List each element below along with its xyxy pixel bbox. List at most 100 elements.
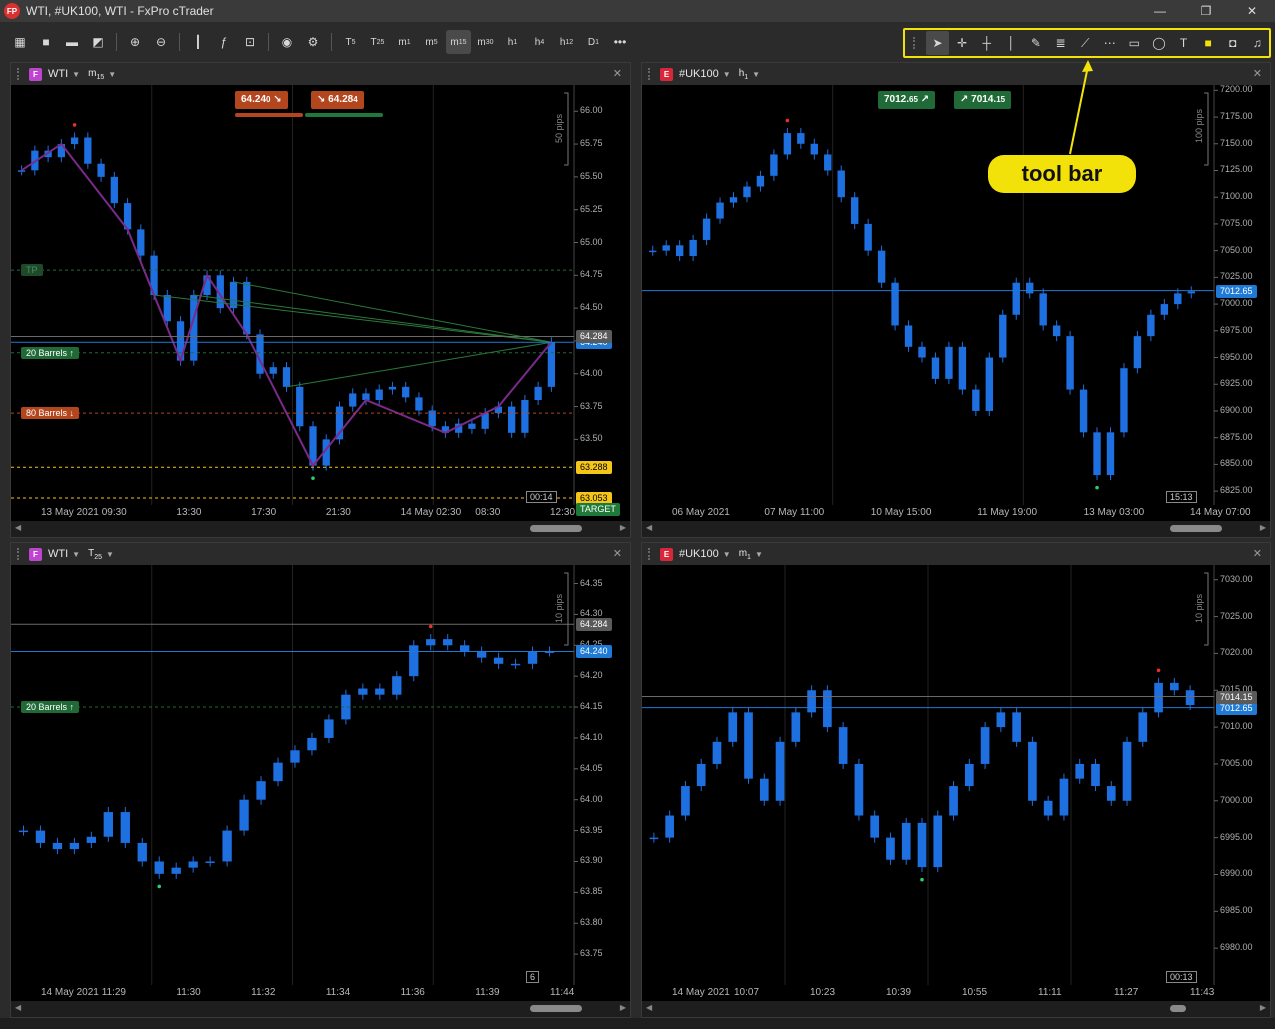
chart-panel-uk100-h1[interactable]: E #UK100 ▼ h1 ▼ ✕ 7200.00 7175.00 7150.00 7125.00… <box>641 62 1271 538</box>
indicator-button[interactable]: ƒ <box>212 30 236 54</box>
minimize-button[interactable]: — <box>1137 0 1183 22</box>
buy-button[interactable]: ↘ 64.284 <box>311 91 364 109</box>
alarm-tool-button[interactable]: ♫ <box>1246 31 1270 55</box>
single-chart-button[interactable]: ■ <box>34 30 58 54</box>
multi-chart-button[interactable]: ▬ <box>60 30 84 54</box>
chevron-down-icon[interactable]: ▼ <box>106 550 114 559</box>
close-icon[interactable]: ✕ <box>1253 547 1262 560</box>
close-icon[interactable]: ✕ <box>1253 67 1262 80</box>
timeframe-selector[interactable]: m1 <box>739 548 751 561</box>
symbol-selector[interactable]: #UK100 <box>679 68 719 80</box>
scroll-right-icon[interactable]: ▶ <box>1260 523 1266 532</box>
maximize-button[interactable]: ❐ <box>1183 0 1229 22</box>
scroll-thumb[interactable] <box>1170 1005 1186 1012</box>
chevron-down-icon[interactable]: ▼ <box>108 70 116 79</box>
order-label[interactable]: 20 Barrels ↑ <box>21 701 80 714</box>
symbol-selector[interactable]: #UK100 <box>679 548 719 560</box>
y-axis-label: 6985.00 <box>1220 905 1253 916</box>
vertical-line-tool-button[interactable]: │ <box>1000 31 1024 55</box>
symbol-selector[interactable]: WTI <box>48 68 68 80</box>
rectangle-tool-button[interactable]: ▭ <box>1123 31 1147 55</box>
horizontal-scrollbar[interactable]: ◀ ▶ <box>11 1001 630 1017</box>
sell-button[interactable]: 64.240 ↘ <box>235 91 288 109</box>
chevron-down-icon[interactable]: ▼ <box>72 70 80 79</box>
tool-bar-callout: tool bar <box>988 155 1136 193</box>
timeframe-m5[interactable]: m5 <box>419 30 444 54</box>
timeframe-selector[interactable]: h1 <box>739 68 748 81</box>
buy-button[interactable]: ↗ 7014.15 <box>954 91 1012 109</box>
pointer-tool-button[interactable]: ➤ <box>925 31 950 55</box>
panel-grip-icon[interactable] <box>17 68 23 80</box>
timeframe-h12[interactable]: h 12 <box>554 30 579 54</box>
timeframe-m15[interactable]: m 15 <box>446 30 471 54</box>
order-label[interactable]: 80 Barrels ↓ <box>21 407 80 420</box>
scroll-right-icon[interactable]: ▶ <box>620 523 626 532</box>
timeframe-h4[interactable]: h4 <box>527 30 552 54</box>
chart-panel-wti-t25[interactable]: F WTI ▼ T25 ▼ ✕ 64.35 64.30 64.25 64.20 64.15 64.10… <box>10 542 631 1018</box>
horizontal-line-tool-button[interactable]: ┼ <box>975 31 999 55</box>
camera-tool-button[interactable]: ◘ <box>1221 31 1245 55</box>
zoom-in-button[interactable]: ⊕ <box>123 30 147 54</box>
zoom-out-button[interactable]: ⊖ <box>149 30 173 54</box>
scroll-left-icon[interactable]: ◀ <box>15 1003 21 1012</box>
timeframe-m1[interactable]: m1 <box>392 30 417 54</box>
panel-grip-icon[interactable] <box>648 548 654 560</box>
timeframe-T25[interactable]: T 25 <box>365 30 390 54</box>
scroll-left-icon[interactable]: ◀ <box>15 523 21 532</box>
ellipse-tool-button[interactable]: ◯ <box>1147 31 1171 55</box>
arrow-up-icon: ↗ <box>917 94 930 105</box>
more-options-button[interactable]: ••• <box>608 30 632 54</box>
candle-body <box>870 815 880 838</box>
grid-tool-button[interactable]: ⋯ <box>1098 31 1122 55</box>
chevron-down-icon[interactable]: ▼ <box>755 550 763 559</box>
candle-body <box>949 786 958 816</box>
pen-tool-button[interactable]: ✎ <box>1024 31 1048 55</box>
panel-grip-icon[interactable] <box>648 68 654 80</box>
chevron-down-icon[interactable]: ▼ <box>723 550 731 559</box>
chevron-down-icon[interactable]: ▼ <box>752 70 760 79</box>
horizontal-scrollbar[interactable]: ◀ ▶ <box>11 521 630 537</box>
trend-tool-button[interactable]: ⟋ <box>1073 31 1097 55</box>
timeframe-selector[interactable]: m15 <box>88 68 104 81</box>
cbot-button[interactable]: ⊡ <box>238 30 262 54</box>
scroll-left-icon[interactable]: ◀ <box>646 1003 652 1012</box>
panel-grip-icon[interactable] <box>17 548 23 560</box>
scroll-thumb[interactable] <box>530 1005 582 1012</box>
symbol-selector[interactable]: WTI <box>48 548 68 560</box>
scroll-right-icon[interactable]: ▶ <box>620 1003 626 1012</box>
chart-panel-uk100-m1[interactable]: E #UK100 ▼ m1 ▼ ✕ 7030.00 7025.00 7020.00 7015.00… <box>641 542 1271 1018</box>
timeframe-T5[interactable]: T5 <box>338 30 363 54</box>
candle-button[interactable]: ┃ <box>186 30 210 54</box>
scroll-thumb[interactable] <box>1170 525 1222 532</box>
close-icon[interactable]: ✕ <box>613 67 622 80</box>
scroll-right-icon[interactable]: ▶ <box>1260 1003 1266 1012</box>
close-button[interactable]: ✕ <box>1229 0 1275 22</box>
horizontal-scrollbar[interactable]: ◀ ▶ <box>642 521 1270 537</box>
chart-panel-wti-m15[interactable]: F WTI ▼ m15 ▼ ✕ 66.00 65.75 65.50 65.25 65.00 64.75… <box>10 62 631 538</box>
timeframe-selector[interactable]: T25 <box>88 548 102 561</box>
crosshair-tool-button[interactable]: ✛ <box>950 31 974 55</box>
settings-button[interactable]: ⚙ <box>301 30 325 54</box>
scroll-left-icon[interactable]: ◀ <box>646 523 652 532</box>
chart-type-button[interactable]: ◩ <box>86 30 110 54</box>
order-label[interactable]: 20 Barrels ↑ <box>21 346 80 359</box>
fibonacci-tool-button[interactable]: ≣ <box>1049 31 1073 55</box>
timeframe-D1[interactable]: D1 <box>581 30 606 54</box>
eye-button[interactable]: ◉ <box>275 30 299 54</box>
y-axis-label: 7020.00 <box>1220 647 1253 658</box>
order-label[interactable]: TP <box>21 264 43 277</box>
timeframe-h1[interactable]: h1 <box>500 30 525 54</box>
candle-body <box>1026 282 1034 294</box>
drawing-toolbar-grip[interactable] <box>913 37 919 49</box>
candle-body <box>1106 786 1116 801</box>
scroll-thumb[interactable] <box>530 525 582 532</box>
layout-button[interactable]: ▦ <box>8 30 32 54</box>
chevron-down-icon[interactable]: ▼ <box>72 550 80 559</box>
timeframe-m30[interactable]: m 30 <box>473 30 498 54</box>
text-tool-button[interactable]: T <box>1172 31 1196 55</box>
color-tool-button[interactable]: ■ <box>1196 31 1220 55</box>
chevron-down-icon[interactable]: ▼ <box>723 70 731 79</box>
horizontal-scrollbar[interactable]: ◀ ▶ <box>642 1001 1270 1017</box>
close-icon[interactable]: ✕ <box>613 547 622 560</box>
sell-button[interactable]: 7012.65 ↗ <box>878 91 936 109</box>
